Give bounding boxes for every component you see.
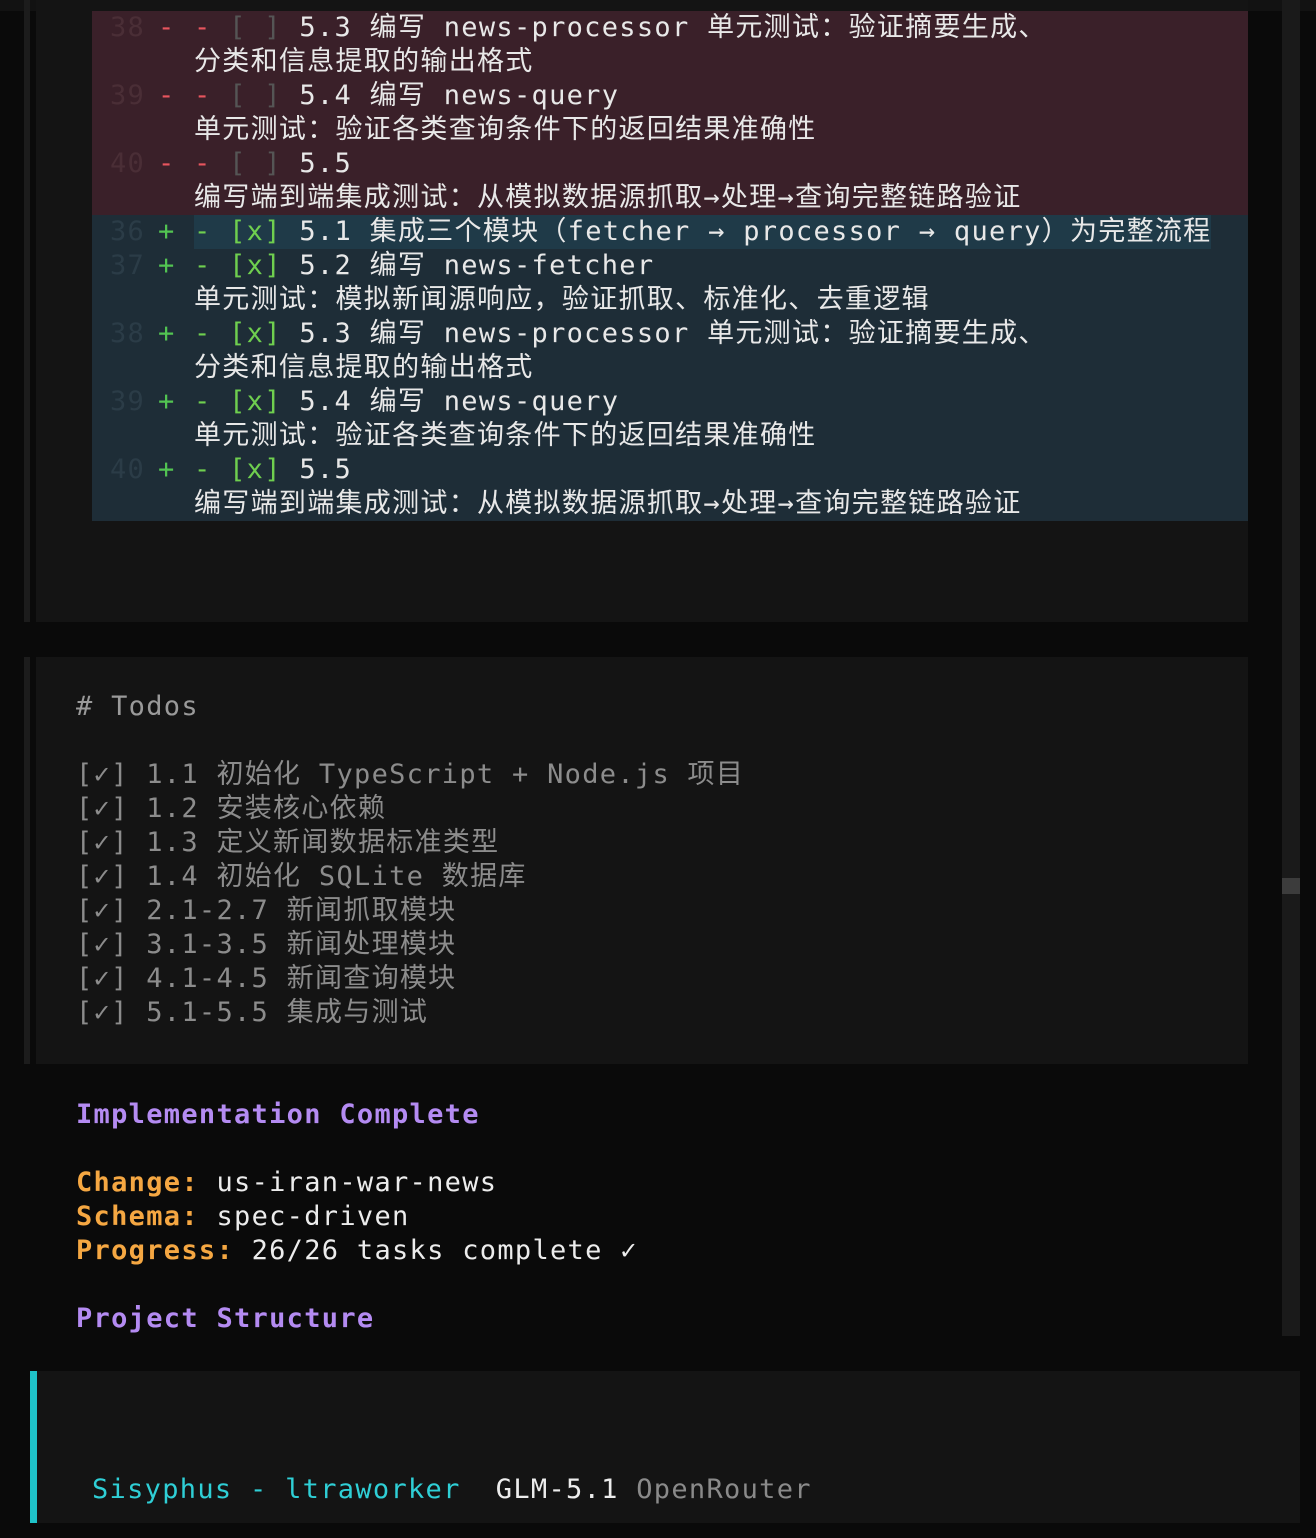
diff-line: 单元测试：模拟新闻源响应，验证抓取、标准化、去重逻辑	[92, 283, 1248, 317]
line-number: 39	[110, 386, 146, 417]
diff-line: 40 - - [ ] 5.5	[92, 147, 1248, 181]
diff-text: 5.5	[299, 148, 353, 179]
diff-text: 5.4 编写 news-query	[299, 386, 620, 417]
todo-item: [✓] 2.1-2.7 新闻抓取模块	[76, 895, 457, 926]
list-dash: -	[194, 386, 212, 417]
diff-added-block: 36 + - [x] 5.1 集成三个模块（fetcher → processo…	[92, 215, 1248, 521]
line-number: 39	[110, 80, 146, 111]
summary-title: Implementation Complete	[76, 1099, 480, 1130]
prompt-input-accent	[30, 1371, 37, 1523]
todo-panel-edge	[24, 657, 30, 1064]
scrollbar-track[interactable]	[1282, 0, 1300, 1336]
implementation-summary: Implementation Complete Change: us-iran-…	[76, 1098, 638, 1336]
diff-plus-sign: +	[158, 318, 176, 349]
diff-line: 36 + - [x] 5.1 集成三个模块（fetcher → processo…	[92, 215, 1248, 249]
diff-minus-sign: -	[158, 80, 176, 111]
list-dash: -	[194, 318, 212, 349]
scrollbar-thumb[interactable]	[1282, 878, 1300, 894]
diff-text: 单元测试：验证各类查询条件下的返回结果准确性	[194, 114, 817, 145]
diff-removed-block: 38 - - [ ] 5.3 编写 news-processor 单元测试：验证…	[92, 11, 1248, 215]
line-number: 38	[110, 12, 146, 43]
schema-value: spec-driven	[216, 1201, 410, 1232]
diff-text: 5.3 编写 news-processor 单元测试：验证摘要生成、	[299, 318, 1047, 349]
diff-minus-sign: -	[158, 148, 176, 179]
todo-item: [✓] 5.1-5.5 集成与测试	[76, 997, 429, 1028]
todos-heading: # Todos	[76, 691, 199, 722]
unchecked-box: [ ]	[229, 148, 282, 179]
diff-line: 分类和信息提取的输出格式	[92, 45, 1248, 79]
provider-name: OpenRouter	[636, 1474, 812, 1505]
list-dash: -	[194, 148, 212, 179]
line-number: 37	[110, 250, 146, 281]
todo-item: [✓] 1.4 初始化 SQLite 数据库	[76, 861, 527, 892]
todo-item: [✓] 3.1-3.5 新闻处理模块	[76, 929, 457, 960]
diff-plus-sign: +	[158, 454, 176, 485]
diff-text: 5.5	[299, 454, 353, 485]
unchecked-box: [ ]	[229, 80, 282, 111]
diff-text: 5.2 编写 news-fetcher	[299, 250, 655, 281]
project-structure-title: Project Structure	[76, 1303, 375, 1334]
diff-line: 38 - - [ ] 5.3 编写 news-processor 单元测试：验证…	[92, 11, 1248, 45]
agent-name[interactable]: Sisyphus - ltraworker	[92, 1474, 461, 1505]
diff-line: 40 + - [x] 5.5	[92, 453, 1248, 487]
diff-text: 编写端到端集成测试：从模拟数据源抓取→处理→查询完整链路验证	[194, 488, 1022, 519]
checked-box: [x]	[229, 250, 282, 281]
diff-text: 分类和信息提取的输出格式	[194, 46, 534, 77]
diff-plus-sign: +	[158, 250, 176, 281]
diff-line: 编写端到端集成测试：从模拟数据源抓取→处理→查询完整链路验证	[92, 181, 1248, 215]
schema-label: Schema:	[76, 1201, 199, 1232]
todo-list: [✓] 1.1 初始化 TypeScript + Node.js 项目 [✓] …	[76, 758, 744, 1030]
list-dash: -	[194, 216, 212, 247]
line-number: 36	[110, 216, 146, 247]
progress-value: 26/26 tasks complete ✓	[251, 1235, 638, 1266]
unchecked-box: [ ]	[229, 12, 282, 43]
todo-item: [✓] 4.1-4.5 新闻查询模块	[76, 963, 457, 994]
line-number: 40	[110, 148, 146, 179]
diff-line: 39 - - [ ] 5.4 编写 news-query	[92, 79, 1248, 113]
agent-status-line: Sisyphus - ltraworker GLM-5.1 OpenRouter	[92, 1472, 812, 1508]
diff-text: 5.3 编写 news-processor 单元测试：验证摘要生成、	[299, 12, 1047, 43]
diff-line: 38 + - [x] 5.3 编写 news-processor 单元测试：验证…	[92, 317, 1248, 351]
diff-panel-edge	[24, 0, 30, 622]
diff-line: 单元测试：验证各类查询条件下的返回结果准确性	[92, 419, 1248, 453]
checked-box: [x]	[229, 216, 282, 247]
diff-text: 编写端到端集成测试：从模拟数据源抓取→处理→查询完整链路验证	[194, 182, 1022, 213]
list-dash: -	[194, 250, 212, 281]
todo-item: [✓] 1.3 定义新闻数据标准类型	[76, 827, 500, 858]
list-dash: -	[194, 12, 212, 43]
diff-minus-sign: -	[158, 12, 176, 43]
line-number: 38	[110, 318, 146, 349]
diff-plus-sign: +	[158, 216, 176, 247]
list-dash: -	[194, 80, 212, 111]
model-name[interactable]: GLM-5.1	[496, 1474, 619, 1505]
diff-text: 5.4 编写 news-query	[299, 80, 620, 111]
line-number: 40	[110, 454, 146, 485]
diff-line: 分类和信息提取的输出格式	[92, 351, 1248, 385]
diff-line: 39 + - [x] 5.4 编写 news-query	[92, 385, 1248, 419]
todo-item: [✓] 1.2 安装核心依赖	[76, 793, 387, 824]
diff-line: 37 + - [x] 5.2 编写 news-fetcher	[92, 249, 1248, 283]
change-value: us-iran-war-news	[216, 1167, 498, 1198]
diff-text: 分类和信息提取的输出格式	[194, 352, 534, 383]
progress-label: Progress:	[76, 1235, 234, 1266]
checked-box: [x]	[229, 386, 282, 417]
diff-line: 单元测试：验证各类查询条件下的返回结果准确性	[92, 113, 1248, 147]
list-dash: -	[194, 454, 212, 485]
diff-line: 编写端到端集成测试：从模拟数据源抓取→处理→查询完整链路验证	[92, 487, 1248, 521]
todo-item: [✓] 1.1 初始化 TypeScript + Node.js 项目	[76, 759, 745, 790]
diff-plus-sign: +	[158, 386, 176, 417]
change-label: Change:	[76, 1167, 199, 1198]
diff-text: 单元测试：模拟新闻源响应，验证抓取、标准化、去重逻辑	[194, 284, 930, 315]
diff-text: 单元测试：验证各类查询条件下的返回结果准确性	[194, 420, 817, 451]
diff-text: 5.1 集成三个模块（fetcher → processor → query）为…	[299, 216, 1212, 247]
checked-box: [x]	[229, 454, 282, 485]
checked-box: [x]	[229, 318, 282, 349]
